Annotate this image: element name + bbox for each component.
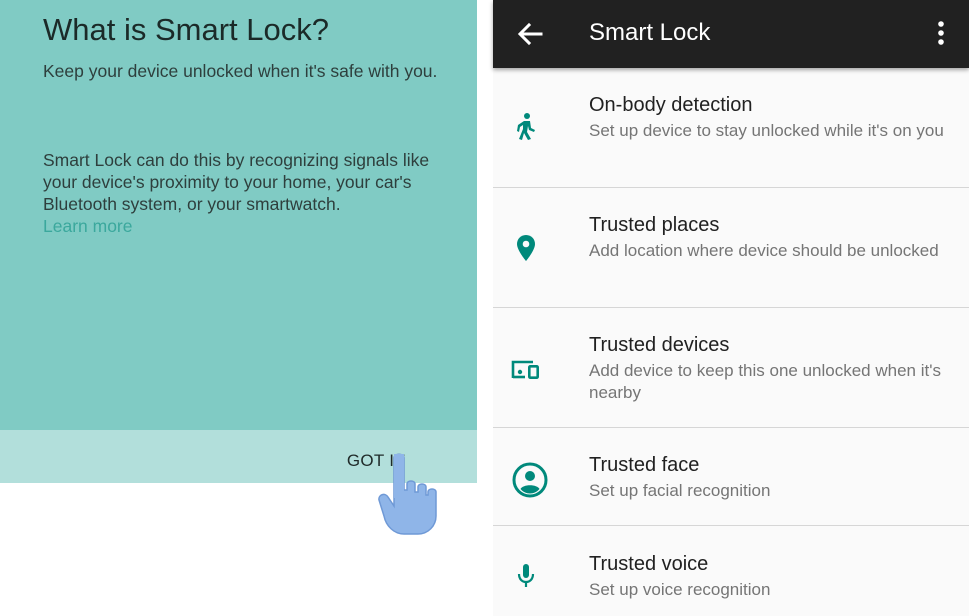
option-subtitle: Add location where device should be unlo… [589, 241, 939, 260]
intro-body: Smart Lock can do this by recognizing si… [43, 150, 430, 214]
option-title: Trusted face [589, 454, 700, 476]
app-bar: Smart Lock [493, 0, 969, 68]
option-subtitle: Set up facial recognition [589, 481, 771, 500]
pointing-hand-icon [378, 453, 437, 535]
option-title: Trusted devices [589, 334, 730, 356]
walking-person-icon [517, 113, 535, 140]
smart-lock-settings-screen: Smart Lock On-body detection Set up devi… [493, 0, 969, 616]
option-trusted-face[interactable]: Trusted face Set up facial recognition [493, 428, 969, 526]
smart-lock-options-list: On-body detection Set up device to stay … [493, 68, 969, 616]
option-trusted-devices[interactable]: Trusted devices Add device to keep this … [493, 308, 969, 428]
option-title: Trusted voice [589, 553, 709, 575]
option-trusted-voice[interactable]: Trusted voice Set up voice recognition [493, 526, 969, 616]
option-on-body-detection[interactable]: On-body detection Set up device to stay … [493, 68, 969, 188]
location-pin-icon [517, 235, 535, 261]
option-title: Trusted places [589, 214, 720, 236]
option-subtitle: Set up voice recognition [589, 580, 771, 599]
smart-lock-intro-dialog: What is Smart Lock? Keep your device unl… [0, 0, 477, 483]
face-icon [512, 462, 548, 498]
screenshot-stage: What is Smart Lock? Keep your device unl… [0, 0, 969, 616]
arrow-left-icon[interactable] [515, 19, 545, 49]
learn-more-link[interactable]: Learn more [43, 215, 133, 237]
option-subtitle: Add device to keep this one unlocked whe… [589, 361, 941, 402]
intro-subtitle: Keep your device unlocked when it's safe… [43, 61, 438, 81]
devices-icon [511, 360, 539, 379]
option-subtitle: Set up device to stay unlocked while it'… [589, 121, 944, 140]
intro-title: What is Smart Lock? [43, 12, 329, 47]
option-title: On-body detection [589, 94, 753, 116]
more-vert-icon[interactable] [931, 18, 951, 48]
microphone-icon [517, 564, 535, 587]
app-bar-title: Smart Lock [589, 19, 711, 46]
option-trusted-places[interactable]: Trusted places Add location where device… [493, 188, 969, 308]
